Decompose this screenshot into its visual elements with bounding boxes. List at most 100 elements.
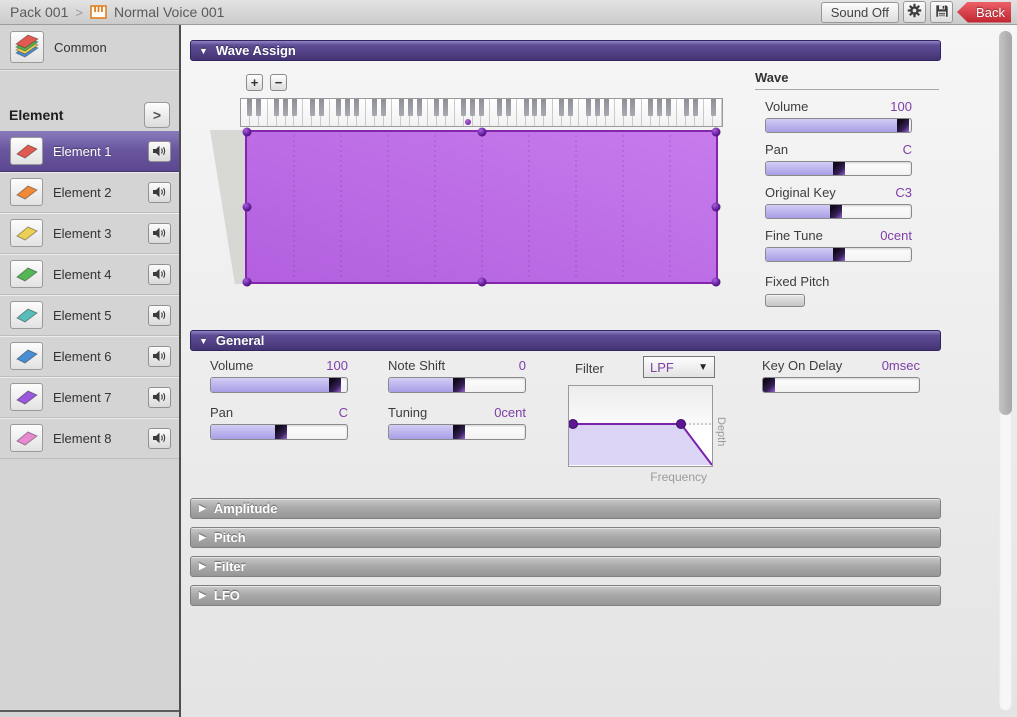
slider-handle[interactable] [453,425,465,439]
general-pan-slider[interactable] [210,424,348,440]
speaker-audition-button[interactable] [148,182,171,203]
tuning-slider[interactable] [388,424,526,440]
black-key[interactable] [283,99,288,116]
speaker-audition-button[interactable] [148,428,171,449]
black-key[interactable] [479,99,484,116]
black-key[interactable] [470,99,475,116]
section-filter[interactable]: ▶ Filter [190,556,941,577]
region-handle[interactable] [243,203,252,212]
region-handle[interactable] [712,203,721,212]
black-key[interactable] [541,99,546,116]
speaker-audition-button[interactable] [148,305,171,326]
settings-button[interactable] [903,1,926,23]
section-pitch[interactable]: ▶ Pitch [190,527,941,548]
sidebar-item-element-2[interactable]: Element 2 [0,172,179,213]
black-key[interactable] [461,99,466,116]
region-handle[interactable] [243,128,252,137]
black-key[interactable] [657,99,662,116]
zoom-in-button[interactable]: + [246,74,263,91]
black-key[interactable] [693,99,698,116]
region-handle[interactable] [712,128,721,137]
black-key[interactable] [399,99,404,116]
fixed-pitch-toggle[interactable] [765,294,805,307]
black-key[interactable] [256,99,261,116]
section-lfo[interactable]: ▶ LFO [190,585,941,606]
black-key[interactable] [319,99,324,116]
black-key[interactable] [586,99,591,116]
black-key[interactable] [648,99,653,116]
wave-range-region[interactable] [245,130,718,284]
sidebar-item-element-3[interactable]: Element 3 [0,213,179,254]
black-key[interactable] [630,99,635,116]
slider-handle[interactable] [329,378,341,392]
black-key[interactable] [684,99,689,116]
speaker-audition-button[interactable] [148,346,171,367]
black-key[interactable] [310,99,315,116]
sidebar-item-common[interactable]: Common [0,25,179,70]
general-header[interactable]: ▼ General [190,330,941,351]
black-key[interactable] [345,99,350,116]
scrollbar-thumb[interactable] [999,31,1012,415]
fine-tune-slider[interactable] [765,247,912,262]
filter-curve-graph[interactable] [568,385,713,467]
section-amplitude[interactable]: ▶ Amplitude [190,498,941,519]
back-button[interactable]: Back [957,2,1011,23]
scrollbar-track[interactable] [999,31,1012,711]
slider-handle[interactable] [830,205,842,218]
black-key[interactable] [497,99,502,116]
black-key[interactable] [622,99,627,116]
black-key[interactable] [274,99,279,116]
breadcrumb-pack[interactable]: Pack 001 [10,4,68,20]
wave-assign-header[interactable]: ▼ Wave Assign [190,40,941,61]
speaker-audition-button[interactable] [148,264,171,285]
slider-handle[interactable] [763,378,775,392]
black-key[interactable] [372,99,377,116]
wave-pan-slider[interactable] [765,161,912,176]
black-key[interactable] [604,99,609,116]
region-handle[interactable] [243,278,252,287]
sidebar-item-element-4[interactable]: Element 4 [0,254,179,295]
black-key[interactable] [595,99,600,116]
black-key[interactable] [532,99,537,116]
black-key[interactable] [336,99,341,116]
black-key[interactable] [408,99,413,116]
slider-handle[interactable] [833,248,845,261]
slider-handle[interactable] [453,378,465,392]
sidebar-item-element-8[interactable]: Element 8 [0,418,179,459]
sidebar-item-element-1[interactable]: Element 1 [0,131,179,172]
slider-handle[interactable] [275,425,287,439]
original-key-slider[interactable] [765,204,912,219]
speaker-audition-button[interactable] [148,387,171,408]
black-key[interactable] [524,99,529,116]
general-volume-slider[interactable] [210,377,348,393]
slider-handle[interactable] [833,162,845,175]
black-key[interactable] [247,99,252,116]
region-handle[interactable] [477,128,486,137]
sidebar-item-element-6[interactable]: Element 6 [0,336,179,377]
sidebar-item-element-7[interactable]: Element 7 [0,377,179,418]
note-shift-slider[interactable] [388,377,526,393]
save-button[interactable] [930,1,953,23]
region-handle[interactable] [477,278,486,287]
black-key[interactable] [292,99,297,116]
speaker-audition-button[interactable] [148,223,171,244]
zoom-out-button[interactable]: − [270,74,287,91]
keyboard[interactable] [240,98,723,127]
black-key[interactable] [506,99,511,116]
sound-off-button[interactable]: Sound Off [821,2,899,23]
filter-type-select[interactable]: LPF ▼ [643,356,715,378]
black-key[interactable] [559,99,564,116]
sidebar-item-element-5[interactable]: Element 5 [0,295,179,336]
speaker-audition-button[interactable] [148,141,171,162]
element-expand-button[interactable]: > [144,102,170,128]
slider-handle[interactable] [897,119,909,132]
black-key[interactable] [354,99,359,116]
region-handle[interactable] [712,278,721,287]
black-key[interactable] [568,99,573,116]
black-key[interactable] [417,99,422,116]
wave-volume-slider[interactable] [765,118,912,133]
black-key[interactable] [381,99,386,116]
black-key[interactable] [434,99,439,116]
black-key[interactable] [666,99,671,116]
key-on-delay-slider[interactable] [762,377,920,393]
